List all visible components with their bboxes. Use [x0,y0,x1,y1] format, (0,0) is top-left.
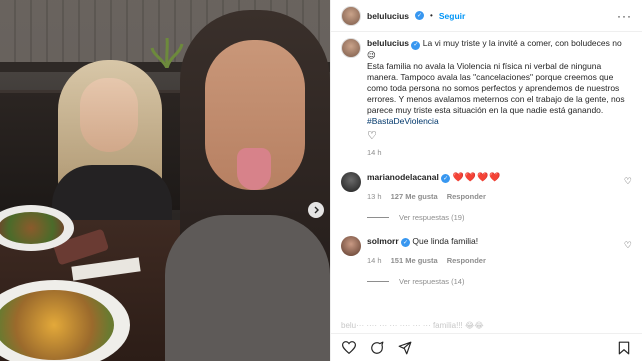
comment-like-heart-icon[interactable]: ♡ [624,176,632,187]
instagram-post: belulucius ✓ • Seguir ··· belulucius ✓ L… [0,0,642,361]
replies-divider [367,217,389,218]
follow-button[interactable]: Seguir [439,11,465,21]
caption-time[interactable]: 14 h [367,147,632,158]
reply-button[interactable]: Responder [447,192,486,201]
comment-icon [371,341,384,354]
comment: marianodelacanal ✓ ❤️❤️❤️❤️ 13 h 127 Me … [341,172,632,201]
caption-hashtag[interactable]: #BastaDeViolencia [367,116,632,127]
view-replies-label: Ver respuestas (14) [399,277,465,286]
save-button[interactable] [616,340,632,356]
like-button[interactable] [341,340,357,356]
view-replies-button[interactable]: Ver respuestas (14) [367,277,632,286]
verified-badge-icon: ✓ [411,41,421,50]
replies-divider [367,281,389,282]
verified-badge-icon: ✓ [401,238,411,247]
avatar[interactable] [341,5,361,26]
chevron-right-icon [314,206,319,214]
comment-body: solmorr ✓ Que linda familia! 14 h 151 Me… [367,236,632,265]
heart-icon [342,341,356,354]
post-caption: belulucius ✓ La vi muy triste y la invit… [341,38,632,158]
comments-section[interactable]: belulucius ✓ La vi muy triste y la invit… [331,32,642,333]
post-photo[interactable] [0,0,330,361]
caption-body: Esta familia no avala la Violencia ni fí… [367,61,625,115]
caption-first-line: La vi muy triste y la invité a comer, co… [422,38,622,48]
comment-avatar[interactable] [341,236,361,256]
comment-body: marianodelacanal ✓ ❤️❤️❤️❤️ 13 h 127 Me … [367,172,632,201]
verified-badge-icon: ✓ [415,11,425,20]
bookmark-icon [618,341,630,354]
comment-likes[interactable]: 127 Me gusta [391,192,438,201]
comment-likes[interactable]: 151 Me gusta [391,256,438,265]
photo-plant [150,38,184,68]
share-icon [398,341,412,354]
comment-time[interactable]: 14 h [367,256,382,265]
view-replies-label: Ver respuestas (19) [399,213,465,222]
header-username[interactable]: belulucius [367,11,409,21]
post-side-panel: belulucius ✓ • Seguir ··· belulucius ✓ L… [330,0,642,361]
header-separator: • [430,11,433,20]
photo-salad [0,212,64,244]
wink-emoji: 😉 [367,50,376,60]
post-header: belulucius ✓ • Seguir ··· [331,0,642,32]
action-bar [331,333,642,361]
photo-person-right-body [165,215,330,361]
caption-heart-icon: ♡ [367,130,377,142]
comment-meta: 14 h 151 Me gusta Responder [367,256,632,265]
comment-button[interactable] [369,340,385,356]
caption-username[interactable]: belulucius [367,38,409,48]
more-options-icon[interactable]: ··· [617,9,632,23]
next-photo-button[interactable] [308,202,324,218]
comment-like-heart-icon[interactable]: ♡ [624,240,632,251]
comment-line: solmorr ✓ Que linda familia! [367,236,632,247]
comment-meta: 13 h 127 Me gusta Responder [367,192,632,201]
partial-comment: belu··· ···· ··· ··· ···· ··· ··· famili… [341,321,484,330]
comment-text: Que linda familia! [412,236,479,246]
comment-time[interactable]: 13 h [367,192,382,201]
photo-tongue [237,148,271,190]
reply-button[interactable]: Responder [447,256,486,265]
photo-person-left-face [80,78,138,152]
comment-username[interactable]: solmorr [367,236,399,246]
verified-badge-icon: ✓ [441,174,451,183]
share-button[interactable] [397,340,413,356]
comment: solmorr ✓ Que linda familia! 14 h 151 Me… [341,236,632,265]
view-replies-button[interactable]: Ver respuestas (19) [367,213,632,222]
comment-text: ❤️❤️❤️❤️ [452,172,502,182]
caption-text: belulucius ✓ La vi muy triste y la invit… [367,38,632,158]
comment-avatar[interactable] [341,172,361,192]
caption-avatar[interactable] [341,38,361,58]
comment-line: marianodelacanal ✓ ❤️❤️❤️❤️ [367,172,632,183]
comment-username[interactable]: marianodelacanal [367,172,439,182]
